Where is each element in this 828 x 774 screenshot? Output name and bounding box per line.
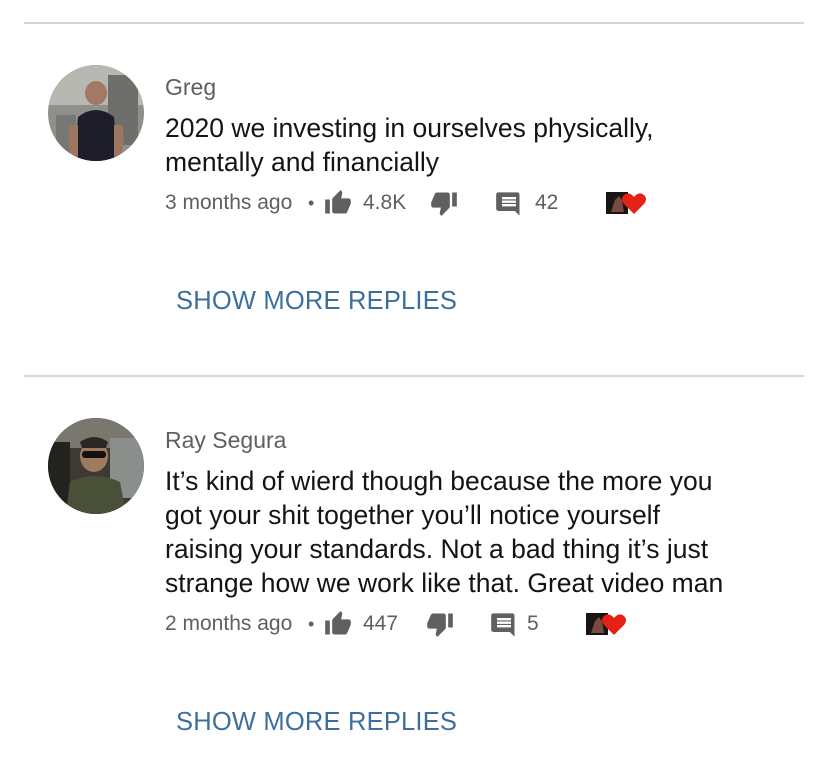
like-count: 4.8K	[363, 191, 407, 214]
reply-count: 5	[527, 612, 539, 635]
thumb-down-icon[interactable]	[425, 610, 455, 638]
comment-timestamp: 2 months ago	[165, 612, 293, 635]
show-more-replies-button[interactable]: SHOW MORE REPLIES	[176, 708, 457, 737]
creator-heart-icon	[586, 611, 628, 637]
comment-text: It’s kind of wierd though because the mo…	[165, 464, 775, 600]
avatar[interactable]	[48, 65, 144, 161]
comment-text-line: raising your standards. Not a bad thing …	[165, 534, 709, 564]
comment-text-line: 2020 we investing in ourselves physicall…	[165, 113, 654, 143]
comment-text-line: strange how we work like that. Great vid…	[165, 568, 724, 598]
reply-icon[interactable]	[495, 190, 523, 218]
thumb-up-icon[interactable]	[323, 610, 353, 638]
reply-count: 42	[535, 191, 559, 214]
avatar[interactable]	[48, 418, 144, 514]
comment-author[interactable]: Greg	[165, 74, 216, 101]
comment-text: 2020 we investing in ourselves physicall…	[165, 111, 775, 179]
thumb-up-icon[interactable]	[323, 189, 353, 217]
separator-dot: •	[308, 193, 315, 213]
thumb-down-icon[interactable]	[429, 189, 459, 217]
comment-text-line: mentally and financially	[165, 147, 439, 177]
top-divider	[24, 22, 804, 24]
reply-icon[interactable]	[490, 611, 518, 639]
like-count: 447	[363, 612, 399, 635]
separator-dot: •	[308, 614, 315, 634]
show-more-replies-button[interactable]: SHOW MORE REPLIES	[176, 287, 457, 316]
comment-timestamp: 3 months ago	[165, 191, 293, 214]
comment-divider	[24, 375, 804, 377]
comment-text-line: got your shit together you’ll notice you…	[165, 500, 660, 530]
comment-author[interactable]: Ray Segura	[165, 427, 286, 454]
creator-heart-icon	[606, 190, 648, 216]
comment-text-line: It’s kind of wierd though because the mo…	[165, 466, 713, 496]
